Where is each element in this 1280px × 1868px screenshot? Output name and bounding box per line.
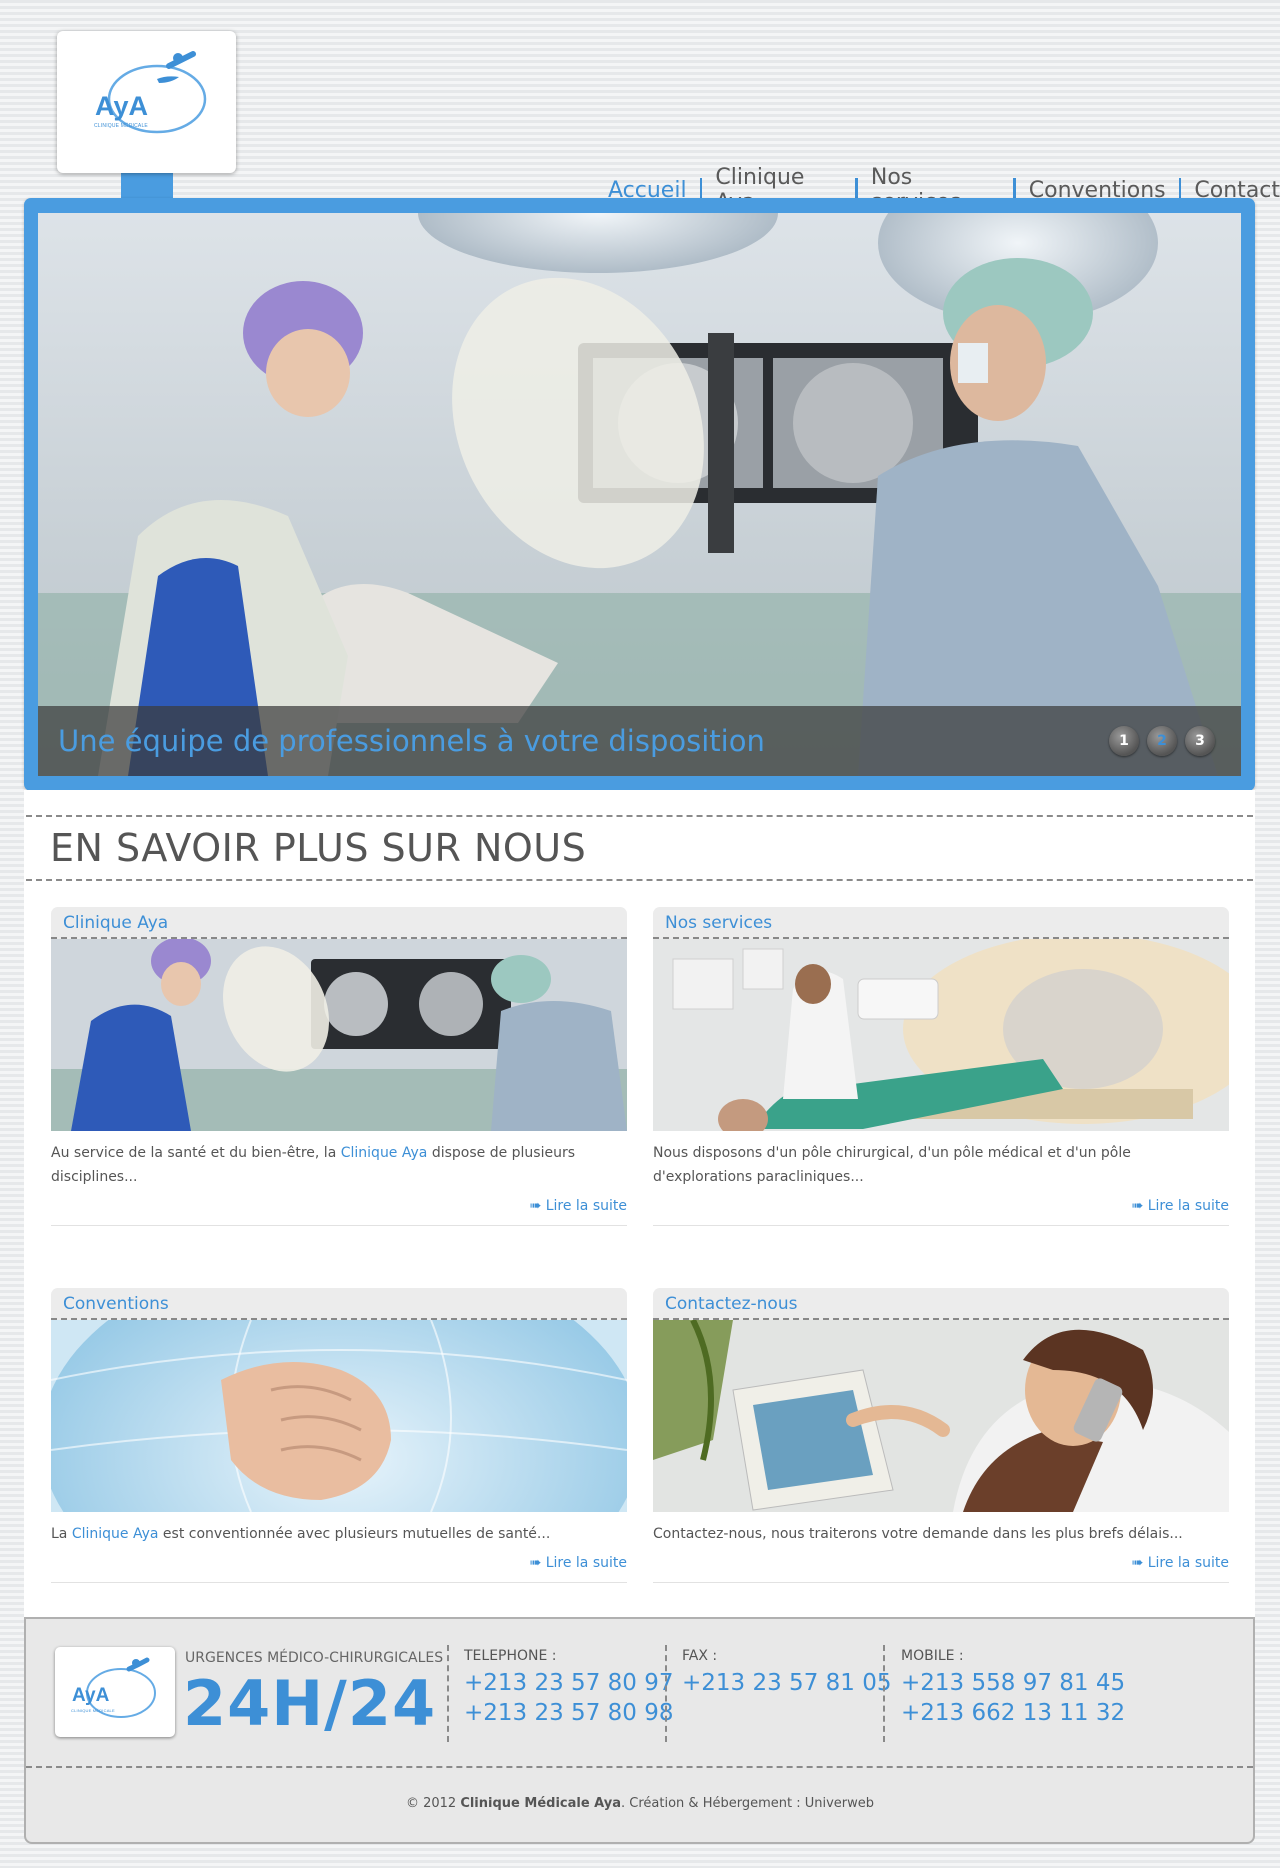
card-divider (51, 1582, 627, 1583)
copyright-name: Clinique Médicale Aya (460, 1796, 622, 1811)
card-title[interactable]: Conventions (51, 1288, 627, 1314)
card-text: est conventionnée avec plusieurs mutuell… (158, 1526, 551, 1542)
mobile-label: MOBILE : (901, 1648, 964, 1664)
footer-divider (665, 1645, 667, 1742)
read-more-link[interactable]: ➠ Lire la suite (1132, 1198, 1229, 1214)
mri-thumbnail (653, 939, 1229, 1131)
hero-caption: Une équipe de professionnels à votre dis… (58, 724, 765, 758)
card-clinique-aya: Clinique Aya Au service de la santé et d… (51, 907, 627, 1226)
emergency-label: URGENCES MÉDICO-CHIRURGICALES (185, 1650, 444, 1666)
copyright-prefix: © 2012 (405, 1796, 461, 1811)
footer-rule (26, 1766, 1253, 1768)
card-divider (653, 1582, 1229, 1583)
card-text: Nous disposons d'un pôle chirurgical, d'… (653, 1145, 1131, 1185)
fax-number[interactable]: +213 23 57 81 05 (682, 1670, 891, 1696)
card-header: Conventions (51, 1288, 627, 1320)
card-divider (653, 1225, 1229, 1226)
card-header: Contactez-nous (653, 1288, 1229, 1320)
card-text: Contactez-nous, nous traiterons votre de… (653, 1526, 1183, 1542)
mobile-number[interactable]: +213 662 13 11 32 (901, 1700, 1125, 1726)
card-description: Au service de la santé et du bien-être, … (51, 1141, 627, 1189)
card-description: Contactez-nous, nous traiterons votre de… (653, 1522, 1229, 1546)
slider-dot-3[interactable]: 3 (1185, 726, 1215, 756)
footer-logo-subtext: CLINIQUE MÉDICALE (71, 1708, 115, 1713)
footer-logo[interactable]: AyA CLINIQUE MÉDICALE (55, 1647, 175, 1737)
card-title[interactable]: Nos services (653, 907, 1229, 933)
telephone-number[interactable]: +213 23 57 80 97 (464, 1670, 673, 1696)
clinique-aya-link[interactable]: Clinique Aya (341, 1145, 428, 1161)
clinique-aya-link[interactable]: Clinique Aya (72, 1526, 159, 1542)
handshake-thumbnail (51, 1320, 627, 1512)
card-image-handshake[interactable] (51, 1320, 627, 1512)
copyright: © 2012 Clinique Médicale Aya. Création &… (0, 1796, 1280, 1811)
hero-slide-image[interactable] (38, 213, 1241, 776)
telephone-block: TELEPHONE : +213 23 57 80 97 +213 23 57 … (464, 1648, 673, 1726)
divider (26, 879, 1253, 881)
read-more-link[interactable]: ➠ Lire la suite (1132, 1555, 1229, 1571)
telephone-number[interactable]: +213 23 57 80 98 (464, 1700, 673, 1726)
logo-text: AyA (95, 91, 149, 121)
copyright-suffix: . Création & Hébergement : Univerweb (621, 1796, 875, 1811)
telephone-label: TELEPHONE : (464, 1648, 557, 1664)
mobile-block: MOBILE : +213 558 97 81 45 +213 662 13 1… (901, 1648, 1125, 1726)
fax-block: FAX : +213 23 57 81 05 (682, 1648, 891, 1696)
card-image-receptionist[interactable] (653, 1320, 1229, 1512)
card-nos-services: Nos services Nous disposons d'un pôle ch… (653, 907, 1229, 1226)
slider-pagination: 123 (1109, 726, 1215, 756)
receptionist-thumbnail (653, 1320, 1229, 1512)
card-image-surgery[interactable] (51, 939, 627, 1131)
card-description: Nous disposons d'un pôle chirurgical, d'… (653, 1141, 1229, 1189)
footer-divider (883, 1645, 885, 1742)
site-logo[interactable]: AyA CLINIQUE MÉDICALE (57, 31, 236, 173)
card-text: La (51, 1526, 72, 1542)
section-title: EN SAVOIR PLUS SUR NOUS (50, 826, 587, 870)
footer-logo-text: AyA (72, 1685, 110, 1706)
card-contactez-nous: Contactez-nous Contactez-nous, nous trai… (653, 1288, 1229, 1583)
read-more-link[interactable]: ➠ Lire la suite (530, 1198, 627, 1214)
card-divider (51, 1225, 627, 1226)
emergency-hours: 24H/24 (183, 1667, 437, 1740)
divider (26, 815, 1253, 817)
fax-label: FAX : (682, 1648, 718, 1664)
card-header: Clinique Aya (51, 907, 627, 939)
mobile-number[interactable]: +213 558 97 81 45 (901, 1670, 1125, 1696)
card-title[interactable]: Clinique Aya (51, 907, 627, 933)
card-image-mri[interactable] (653, 939, 1229, 1131)
slider-dot-1[interactable]: 1 (1109, 726, 1139, 756)
slider-dot-2[interactable]: 2 (1147, 726, 1177, 756)
read-more-link[interactable]: ➠ Lire la suite (530, 1555, 627, 1571)
card-text: Au service de la santé et du bien-être, … (51, 1145, 341, 1161)
card-conventions: Conventions La Clinique Aya est conventi… (51, 1288, 627, 1583)
footer-divider (447, 1645, 449, 1742)
card-title[interactable]: Contactez-nous (653, 1288, 1229, 1314)
surgery-thumbnail (51, 939, 627, 1131)
card-header: Nos services (653, 907, 1229, 939)
operating-room-illustration (38, 213, 1241, 776)
logo-subtext: CLINIQUE MÉDICALE (94, 123, 148, 129)
card-description: La Clinique Aya est conventionnée avec p… (51, 1522, 627, 1546)
